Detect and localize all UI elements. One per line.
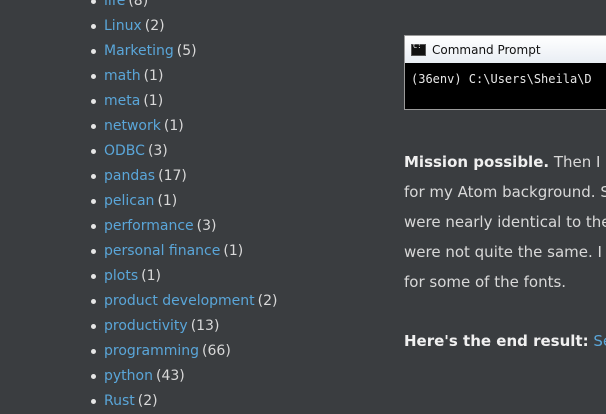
- bullet: [91, 174, 96, 179]
- tag-item-personal-finance: personal finance (1): [91, 239, 278, 264]
- tag-item-product-development: product development (2): [91, 289, 278, 314]
- tag-item-pandas: pandas (17): [91, 164, 278, 189]
- tag-count: (2): [257, 293, 278, 309]
- tag-item-programming: programming (66): [91, 339, 278, 364]
- tag-link-performance[interactable]: performance: [104, 218, 194, 234]
- tag-count: (13): [190, 318, 220, 334]
- tag-count: (3): [147, 143, 168, 159]
- tag-link-productivity[interactable]: productivity: [104, 318, 188, 334]
- bullet: [91, 224, 96, 229]
- tag-count: (8): [128, 0, 149, 9]
- tag-item-python: python (43): [91, 364, 278, 389]
- cmd-line: (36env) C:\Users\Sheila\D: [411, 72, 592, 86]
- tag-link-personal-finance[interactable]: personal finance: [104, 243, 220, 259]
- tag-link-math[interactable]: math: [104, 68, 141, 84]
- bullet: [91, 324, 96, 329]
- end-result-line: Here's the end result: See: [404, 326, 606, 356]
- tag-link-product-development[interactable]: product development: [104, 293, 255, 309]
- tag-count: (5): [176, 43, 197, 59]
- tag-item-marketing: Marketing (5): [91, 39, 278, 64]
- tag-link-programming[interactable]: programming: [104, 343, 199, 359]
- para-line-5: for some of the fonts.: [404, 273, 567, 291]
- tag-list: life (8) Linux (2) Marketing (5) math (1) me…: [91, 0, 278, 414]
- bullet: [91, 24, 96, 29]
- article-paragraph: Mission possible. Then I h for my Atom b…: [404, 147, 606, 297]
- tag-item-pelican: pelican (1): [91, 189, 278, 214]
- bullet: [91, 274, 96, 279]
- tag-link-pelican[interactable]: pelican: [104, 193, 154, 209]
- tag-count: (17): [158, 168, 187, 184]
- cmd-icon: [411, 42, 426, 56]
- bullet: [91, 299, 96, 304]
- bullet: [91, 374, 96, 379]
- bullet: [91, 74, 96, 79]
- tag-link-meta[interactable]: meta: [104, 93, 140, 109]
- para-line-1: Mission possible. Then I h: [404, 147, 606, 177]
- tag-count: (1): [157, 193, 178, 209]
- bullet: [91, 199, 96, 204]
- tag-item-performance: performance (3): [91, 214, 278, 239]
- tag-count: (1): [143, 93, 164, 109]
- para-line-3: were nearly identical to the: [404, 213, 606, 231]
- bullet: [91, 49, 96, 54]
- article-content: Command Prompt (36env) C:\Users\Sheila\D…: [404, 0, 606, 401]
- tag-link-network[interactable]: network: [104, 118, 161, 134]
- tag-count: (2): [144, 18, 165, 34]
- tag-link-python[interactable]: python: [104, 368, 153, 384]
- tag-item-odbc: ODBC (3): [91, 139, 278, 164]
- tag-count: (1): [141, 268, 161, 284]
- tag-link-marketing[interactable]: Marketing: [104, 43, 174, 59]
- tag-item-linux: Linux (2): [91, 14, 278, 39]
- bullet: [91, 249, 96, 254]
- bullet: [91, 0, 96, 4]
- para-line-4: were not quite the same. I: [404, 243, 602, 261]
- tag-item-network: network (1): [91, 114, 278, 139]
- bullet: [91, 124, 96, 129]
- tag-count: (43): [155, 368, 185, 384]
- end-result-lead: Here's the end result:: [404, 332, 589, 350]
- tag-item-meta: meta (1): [91, 89, 278, 114]
- tag-count: (1): [223, 243, 244, 259]
- tag-count: (1): [163, 118, 184, 134]
- tag-count: (66): [202, 343, 231, 359]
- cmd-titlebar: Command Prompt: [405, 36, 606, 63]
- sidebar-tag-cloud: life (8) Linux (2) Marketing (5) math (1) me…: [0, 0, 380, 409]
- bullet: [91, 99, 96, 104]
- see-link[interactable]: See: [593, 332, 606, 350]
- tag-item-rust: Rust (2): [91, 389, 278, 414]
- cmd-title: Command Prompt: [432, 42, 541, 57]
- bullet: [91, 349, 96, 354]
- tag-count: (2): [137, 393, 158, 409]
- tag-item-life: life (8): [91, 0, 278, 14]
- tag-link-plots[interactable]: plots: [104, 268, 138, 284]
- bullet: [91, 399, 96, 404]
- tag-link-pandas[interactable]: pandas: [104, 168, 155, 184]
- tag-link-linux[interactable]: Linux: [104, 18, 142, 34]
- tag-item-math: math (1): [91, 64, 278, 89]
- tag-count: (1): [143, 68, 164, 84]
- tag-item-plots: plots (1): [91, 264, 278, 289]
- para-lead: Mission possible.: [404, 153, 550, 171]
- para-line-2: for my Atom background. S: [404, 183, 606, 201]
- para-text: Then I h: [553, 153, 606, 171]
- tag-count: (3): [196, 218, 217, 234]
- bullet: [91, 149, 96, 154]
- command-prompt-screenshot: Command Prompt (36env) C:\Users\Sheila\D: [404, 35, 606, 110]
- tag-link-rust[interactable]: Rust: [104, 393, 135, 409]
- tag-link-life[interactable]: life: [104, 0, 125, 9]
- tag-item-productivity: productivity (13): [91, 314, 278, 339]
- tag-link-odbc[interactable]: ODBC: [104, 143, 145, 159]
